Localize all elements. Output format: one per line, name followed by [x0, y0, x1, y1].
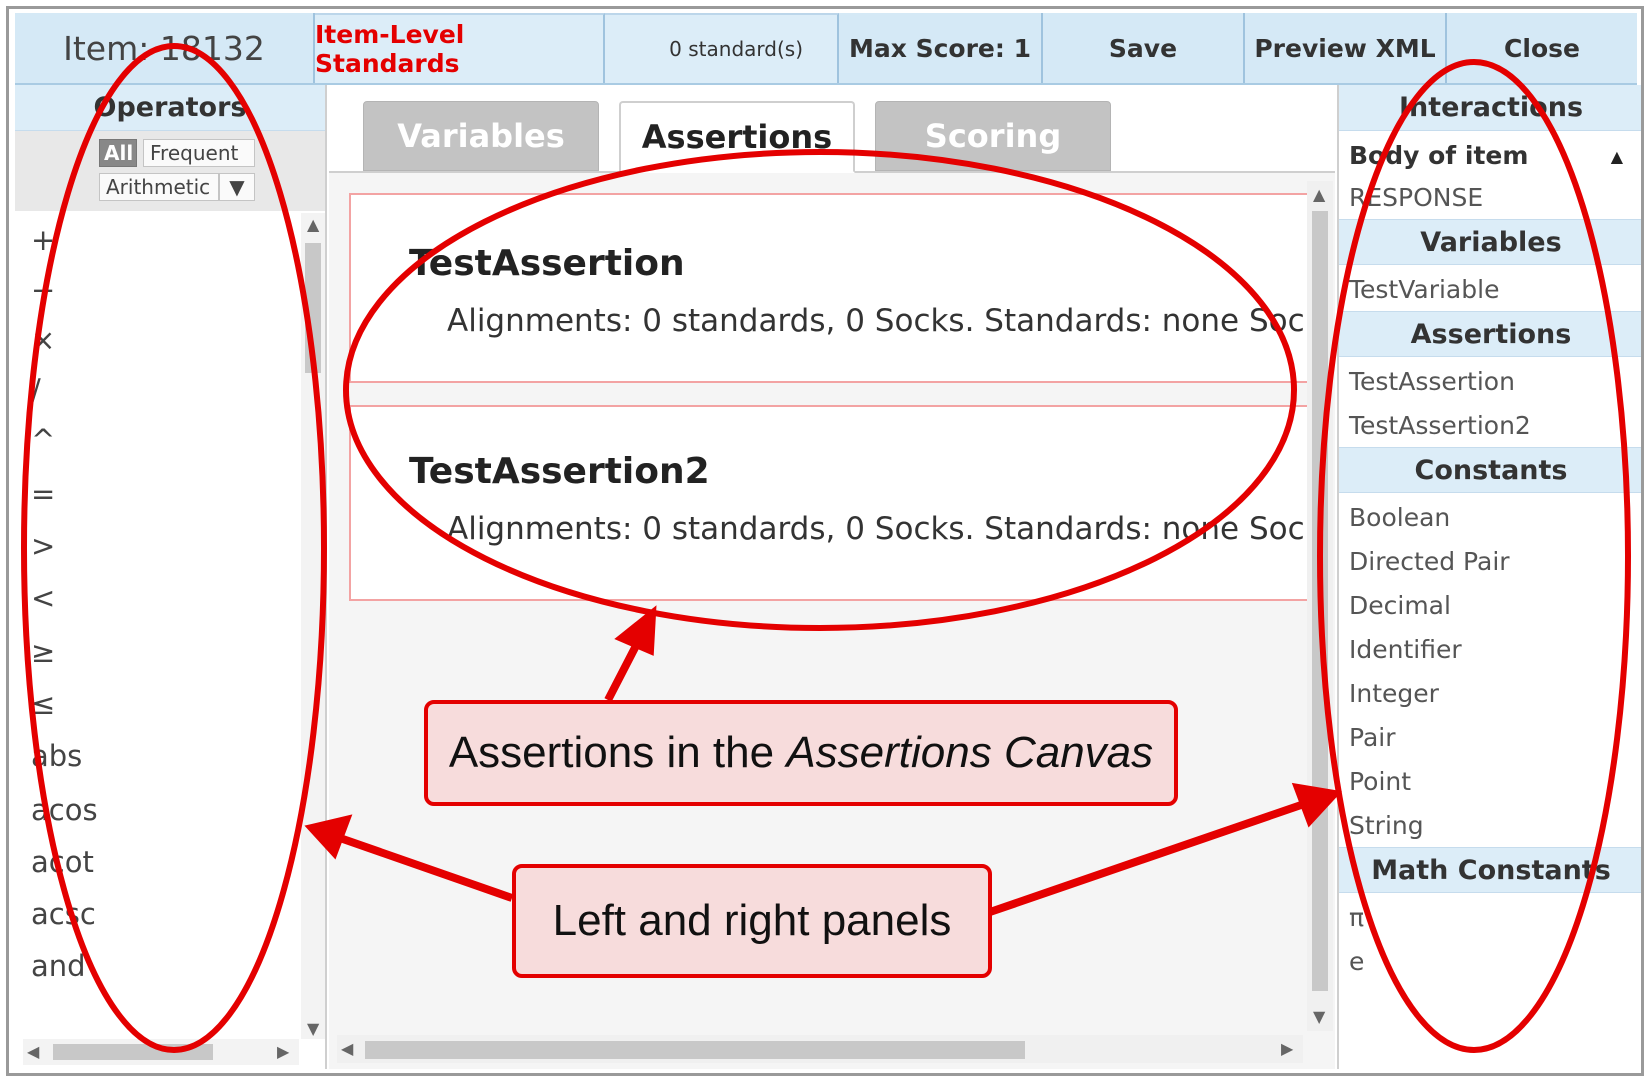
scroll-up-icon[interactable]: ▲: [1313, 185, 1325, 204]
operator-list: + − × / ^ = > < ≥ ≤ abs acos acot acsc a…: [15, 211, 305, 1069]
canvas-horizontal-scrollbar[interactable]: ◀ ▶: [337, 1035, 1303, 1063]
operator-item[interactable]: ^: [31, 423, 55, 457]
filter-frequent-button[interactable]: Frequent: [143, 139, 255, 167]
operators-horizontal-scrollbar[interactable]: ◀ ▶: [23, 1039, 299, 1065]
variables-title: Variables: [1339, 219, 1641, 265]
tab-assertions[interactable]: Assertions: [619, 101, 855, 173]
panels-callout: Left and right panels: [512, 864, 992, 978]
operators-vertical-scrollbar[interactable]: ▲ ▼: [301, 213, 325, 1039]
operator-item[interactable]: and: [31, 949, 86, 983]
preview-xml-button[interactable]: Preview XML: [1245, 13, 1447, 83]
scroll-up-icon[interactable]: ▲: [307, 215, 319, 234]
chevron-down-icon[interactable]: ▼: [219, 173, 255, 201]
operator-item[interactable]: ≥: [31, 635, 55, 669]
constants-title: Constants: [1339, 447, 1641, 493]
operator-item[interactable]: acsc: [31, 897, 96, 931]
tab-scoring[interactable]: Scoring: [875, 101, 1111, 171]
item-level-standards-button[interactable]: Item-Level Standards: [315, 13, 605, 83]
top-toolbar: Item: 18132 Item-Level Standards 0 stand…: [15, 13, 1637, 85]
scroll-down-icon[interactable]: ▼: [307, 1019, 319, 1038]
assertion-card[interactable]: TestAssertion Alignments: 0 standards, 0…: [349, 193, 1309, 383]
max-score-button[interactable]: Max Score: 1: [839, 13, 1043, 83]
scrollbar-thumb[interactable]: [365, 1041, 1025, 1059]
constant-item[interactable]: String: [1349, 811, 1424, 840]
interactions-title: Interactions: [1339, 85, 1641, 131]
constant-item[interactable]: Boolean: [1349, 503, 1450, 532]
operator-item[interactable]: <: [31, 581, 55, 615]
scrollbar-thumb[interactable]: [305, 243, 321, 373]
collapse-up-icon[interactable]: ▲: [1611, 147, 1623, 166]
constant-item[interactable]: Point: [1349, 767, 1411, 796]
canvas-callout: Assertions in the Assertions Canvas: [424, 700, 1178, 806]
scroll-right-icon[interactable]: ▶: [1281, 1039, 1293, 1058]
operator-item[interactable]: ×: [31, 323, 55, 357]
variable-item[interactable]: TestVariable: [1349, 275, 1499, 304]
assertion-meta: Alignments: 0 standards, 0 Socks. Standa…: [447, 511, 1307, 547]
category-select[interactable]: Arithmetic: [99, 173, 219, 201]
canvas-vertical-scrollbar[interactable]: ▲ ▼: [1307, 181, 1333, 1031]
operator-item[interactable]: acot: [31, 845, 94, 879]
operator-item[interactable]: /: [31, 373, 41, 407]
operator-filters: All Frequent Arithmetic ▼: [15, 131, 325, 211]
operator-item[interactable]: ≤: [31, 687, 55, 721]
interactions-panel: Interactions Body of item ▲ RESPONSE Var…: [1337, 85, 1641, 1069]
scroll-left-icon[interactable]: ◀: [341, 1039, 353, 1058]
body-of-item-item[interactable]: Body of item: [1349, 141, 1528, 170]
assertion-name: TestAssertion: [409, 243, 685, 284]
scrollbar-thumb[interactable]: [1312, 211, 1328, 991]
scroll-left-icon[interactable]: ◀: [27, 1042, 39, 1061]
assertions-canvas: TestAssertion Alignments: 0 standards, 0…: [349, 193, 1309, 603]
close-button[interactable]: Close: [1447, 13, 1637, 83]
assertion-name: TestAssertion2: [409, 451, 710, 492]
operator-item[interactable]: abs: [31, 739, 82, 773]
tab-variables[interactable]: Variables: [363, 101, 599, 171]
math-constant-item[interactable]: e: [1349, 947, 1364, 976]
assertion-list-item[interactable]: TestAssertion2: [1349, 411, 1531, 440]
operator-item[interactable]: >: [31, 529, 55, 563]
operator-item[interactable]: +: [31, 223, 55, 257]
tab-bar: Variables Assertions Scoring: [329, 85, 1335, 173]
scrollbar-thumb[interactable]: [53, 1044, 213, 1060]
response-item[interactable]: RESPONSE: [1349, 183, 1483, 212]
constant-item[interactable]: Pair: [1349, 723, 1396, 752]
operator-item[interactable]: −: [31, 273, 55, 307]
scroll-down-icon[interactable]: ▼: [1313, 1007, 1325, 1026]
math-constant-item[interactable]: π: [1349, 903, 1364, 932]
scroll-right-icon[interactable]: ▶: [277, 1042, 289, 1061]
operator-item[interactable]: =: [31, 477, 55, 511]
assertion-list-item[interactable]: TestAssertion: [1349, 367, 1515, 396]
canvas-callout-prefix: Assertions in the: [448, 728, 787, 777]
constant-item[interactable]: Decimal: [1349, 591, 1451, 620]
operators-panel: Operators All Frequent Arithmetic ▼ + − …: [15, 85, 327, 1069]
operators-title: Operators: [15, 85, 325, 131]
filter-all-button[interactable]: All: [99, 139, 137, 167]
assertions-title: Assertions: [1339, 311, 1641, 357]
canvas-callout-italic: Assertions Canvas: [786, 728, 1154, 777]
item-id-label: Item: 18132: [15, 13, 315, 83]
assertion-card[interactable]: TestAssertion2 Alignments: 0 standards, …: [349, 405, 1309, 601]
constant-item[interactable]: Integer: [1349, 679, 1439, 708]
operator-item[interactable]: acos: [31, 793, 98, 827]
standards-count: 0 standard(s): [605, 13, 839, 83]
assertion-meta: Alignments: 0 standards, 0 Socks. Standa…: [447, 303, 1307, 339]
save-button[interactable]: Save: [1043, 13, 1245, 83]
constant-item[interactable]: Directed Pair: [1349, 547, 1510, 576]
math-constants-title: Math Constants: [1339, 847, 1641, 893]
constant-item[interactable]: Identifier: [1349, 635, 1462, 664]
